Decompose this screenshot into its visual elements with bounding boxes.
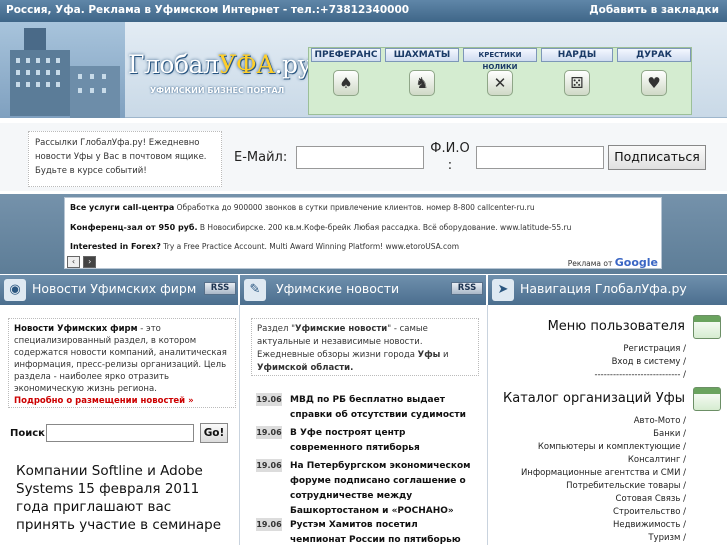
navigation-header: ➤ Навигация ГлобалУфа.ру xyxy=(488,275,727,305)
catalog-link-realty[interactable]: Недвижимость / xyxy=(613,520,686,530)
calendar-icon xyxy=(693,387,721,411)
news-date: 19.06 xyxy=(256,459,282,472)
cards-icon: ♠ xyxy=(333,70,359,96)
catalog-link-computers[interactable]: Компьютеры и комплектующие / xyxy=(538,442,686,452)
city-rss-button[interactable]: RSS xyxy=(451,282,483,295)
ad-strip: Все услуги call-центра Обработка до 9000… xyxy=(0,194,727,274)
subscribe-button[interactable]: Подписаться xyxy=(608,145,706,170)
site-slogan: УФИМСКИЙ БИЗНЕС ПОРТАЛ xyxy=(150,86,285,95)
calendar-icon xyxy=(693,315,721,339)
top-bar: Россия, Уфа. Реклама в Уфимском Интернет… xyxy=(0,0,727,22)
register-link[interactable]: Регистрация / xyxy=(623,344,686,354)
user-menu-title: Меню пользователя xyxy=(547,319,685,334)
news-headline[interactable]: Рустэм Хамитов посетил чемпионат России … xyxy=(290,518,476,545)
google-ads-label[interactable]: Реклама от Google xyxy=(568,256,658,269)
news-date: 19.06 xyxy=(256,518,282,531)
fio-field[interactable] xyxy=(476,146,604,169)
news-date: 19.06 xyxy=(256,426,282,439)
chess-icon: ♞ xyxy=(409,70,435,96)
menu-separator: ---------------------------- / xyxy=(594,370,686,380)
catalog-link-construction[interactable]: Строительство / xyxy=(613,507,686,517)
catalog-link-banks[interactable]: Банки / xyxy=(653,429,686,439)
navigation-icon: ➤ xyxy=(492,279,514,301)
game-backgammon[interactable]: НАРДЫ ⚄ xyxy=(539,48,615,116)
catalog-link-mobile[interactable]: Сотовая Связь / xyxy=(616,494,686,504)
ad-block: Все услуги call-центра Обработка до 9000… xyxy=(64,197,662,269)
city-news-header: ✎ Уфимские новости RSS xyxy=(240,275,486,305)
news-item[interactable]: 19.06 МВД по РБ бесплатно выдает справки… xyxy=(256,393,478,425)
catalog-link-consumer[interactable]: Потребительские товары / xyxy=(566,481,686,491)
catalog-link-consulting[interactable]: Консалтинг / xyxy=(628,455,686,465)
column-divider xyxy=(487,305,488,545)
news-item[interactable]: 19.06 На Петербургском экономическом фор… xyxy=(256,459,478,519)
game-durak[interactable]: ДУРАК ♥ xyxy=(615,48,693,116)
catalog-link-tourism[interactable]: Туризм / xyxy=(648,533,686,543)
games-panel: ПРЕФЕРАНС ♠ ШАХМАТЫ ♞ КРЕСТИКИ НОЛИКИ ✕ … xyxy=(308,47,692,115)
add-bookmark-link[interactable]: Добавить в закладки xyxy=(589,4,719,16)
firms-news-title[interactable]: Новости Уфимских фирм xyxy=(32,281,196,296)
site-logo[interactable]: ГлобалУФА.ру xyxy=(128,50,312,79)
ad-item[interactable]: Interested in Forex? Try a Free Practice… xyxy=(70,242,459,251)
globe-icon: ◉ xyxy=(4,279,26,301)
firms-news-header: ◉ Новости Уфимских фирм RSS xyxy=(0,275,238,305)
game-chess[interactable]: ШАХМАТЫ ♞ xyxy=(383,48,461,116)
ad-item[interactable]: Конференц-зал от 950 руб. В Новосибирске… xyxy=(70,223,571,232)
firms-more-link[interactable]: Подробно о размещении новостей » xyxy=(14,396,194,406)
fio-label: Ф.И.О : xyxy=(430,141,470,173)
tictactoe-icon: ✕ xyxy=(487,70,513,96)
site-header: ГлобалУФА.ру УФИМСКИЙ БИЗНЕС ПОРТАЛ ПРЕФ… xyxy=(0,22,727,118)
navigation-title: Навигация ГлобалУфа.ру xyxy=(520,281,687,296)
dice-icon: ⚄ xyxy=(564,70,590,96)
city-news-title[interactable]: Уфимские новости xyxy=(276,281,399,296)
city-news-info-box: Раздел "Уфимские новости" - самые актуал… xyxy=(251,318,479,376)
top-contact-text: Россия, Уфа. Реклама в Уфимском Интернет… xyxy=(6,4,410,16)
promo-news-link[interactable]: Компании Softline и Adobe Systems 15 фев… xyxy=(16,462,228,534)
game-tictactoe[interactable]: КРЕСТИКИ НОЛИКИ ✕ xyxy=(461,48,539,116)
news-date: 19.06 xyxy=(256,393,282,406)
ad-pager: ‹ › xyxy=(67,256,97,268)
email-label: E-Майл: xyxy=(234,150,288,165)
firms-info-box: Новости Уфимских фирм - это специализиро… xyxy=(8,318,236,408)
cards-icon: ♥ xyxy=(641,70,667,96)
search-go-button[interactable]: Go! xyxy=(200,423,228,443)
firms-rss-button[interactable]: RSS xyxy=(204,282,236,295)
news-headline[interactable]: МВД по РБ бесплатно выдает справки об от… xyxy=(290,393,476,423)
news-headline[interactable]: В Уфе построят центр современного пятибо… xyxy=(290,426,476,456)
ad-prev-button[interactable]: ‹ xyxy=(67,256,80,268)
game-preference[interactable]: ПРЕФЕРАНС ♠ xyxy=(309,48,383,116)
search-label: Поиск: xyxy=(10,428,49,439)
news-item[interactable]: 19.06 В Уфе построят центр современного … xyxy=(256,426,478,458)
building-photo xyxy=(0,22,125,118)
ad-next-button[interactable]: › xyxy=(83,256,97,268)
email-field[interactable] xyxy=(296,146,424,169)
login-link[interactable]: Вход в систему / xyxy=(612,357,686,367)
column-divider xyxy=(239,305,240,545)
catalog-link-media[interactable]: Информационные агентства и СМИ / xyxy=(521,468,686,478)
subscribe-description: Рассылки ГлобалУфа.ру! Ежедневно новости… xyxy=(28,131,222,187)
search-input[interactable] xyxy=(46,424,194,442)
news-item[interactable]: 19.06 Рустэм Хамитов посетил чемпионат Р… xyxy=(256,518,478,545)
news-headline[interactable]: На Петербургском экономическом форуме по… xyxy=(290,459,476,519)
ad-item[interactable]: Все услуги call-центра Обработка до 9000… xyxy=(70,203,535,212)
newspaper-icon: ✎ xyxy=(244,279,266,301)
catalog-title: Каталог организаций Уфы xyxy=(503,391,685,406)
catalog-link-auto[interactable]: Авто-Мото / xyxy=(634,416,686,426)
